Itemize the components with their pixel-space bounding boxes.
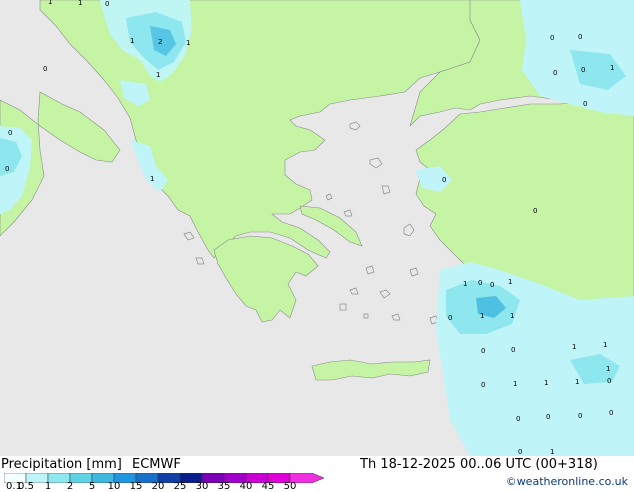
legend-tick-label: 2 — [66, 481, 74, 492]
value-label: 1 — [186, 39, 190, 47]
legend-tick-label: 35 — [217, 481, 231, 492]
value-label: 1 — [510, 312, 514, 320]
value-label: 1 — [150, 175, 154, 183]
valid-time: Th 18-12-2025 00..06 UTC (00+318) — [360, 457, 598, 472]
credit-text: ©weatheronline.co.uk — [505, 475, 628, 488]
value-label: 1 — [513, 380, 517, 388]
value-label: 0 — [481, 347, 485, 355]
legend-tick-label: 25 — [173, 481, 187, 492]
value-label: 2 — [158, 38, 162, 46]
value-label: 1 — [48, 0, 52, 6]
value-label: 1 — [130, 37, 134, 45]
value-label: 1 — [544, 379, 548, 387]
legend-tick-label: 40 — [239, 481, 253, 492]
value-label: 1 — [575, 378, 579, 386]
value-label: 1 — [603, 341, 607, 349]
value-label: 1 — [508, 278, 512, 286]
value-label: 0 — [8, 129, 12, 137]
value-label: 0 — [553, 69, 557, 77]
product-title: Precipitation [mm] — [1, 457, 122, 472]
value-label: 1 — [610, 64, 614, 72]
value-label: 1 — [78, 0, 82, 7]
value-label: 0 — [43, 65, 47, 73]
legend-tick-label: 5 — [88, 481, 96, 492]
value-label: 0 — [578, 33, 582, 41]
legend-tick-label: 50 — [283, 481, 297, 492]
value-label: 0 — [5, 165, 9, 173]
value-label: 0 — [607, 377, 611, 385]
value-label: 0 — [490, 281, 494, 289]
legend-tick-label: 45 — [261, 481, 275, 492]
value-label: 0 — [546, 413, 550, 421]
value-label: 0 — [481, 381, 485, 389]
value-label: 0 — [478, 279, 482, 287]
value-label: 0 — [511, 346, 515, 354]
value-label: 0 — [533, 207, 537, 215]
value-label: 0 — [105, 0, 109, 8]
value-label: 1 — [606, 365, 610, 373]
model-name: ECMWF — [132, 457, 181, 472]
legend-tick-label: 15 — [129, 481, 143, 492]
value-label: 1 — [463, 280, 467, 288]
legend-tick-label: 0.5 — [18, 481, 34, 492]
legend-tick-label: 30 — [195, 481, 209, 492]
value-label: 0 — [578, 412, 582, 420]
value-label: 0 — [581, 66, 585, 74]
value-label: 0 — [442, 176, 446, 184]
value-label: 0 — [448, 314, 452, 322]
value-label: 1 — [572, 343, 576, 351]
value-label: 0 — [516, 415, 520, 423]
legend-tick-label: 1 — [44, 481, 52, 492]
value-label: 0 — [609, 409, 613, 417]
legend-tick-label: 20 — [151, 481, 165, 492]
precipitation-map: 1 1 0 1 2 1 1 0 0 0 1 0 0 1 0 0 0 0 0 1 … — [0, 0, 634, 456]
value-label: 1 — [480, 312, 484, 320]
value-label: 1 — [156, 71, 160, 79]
legend-tick-label: 10 — [107, 481, 121, 492]
value-label: 1 — [550, 448, 554, 456]
title-label: Precipitation [mm] ECMWF — [1, 457, 181, 472]
value-label: 0 — [550, 34, 554, 42]
value-label: 0 — [518, 448, 522, 456]
value-label: 0 — [583, 100, 587, 108]
